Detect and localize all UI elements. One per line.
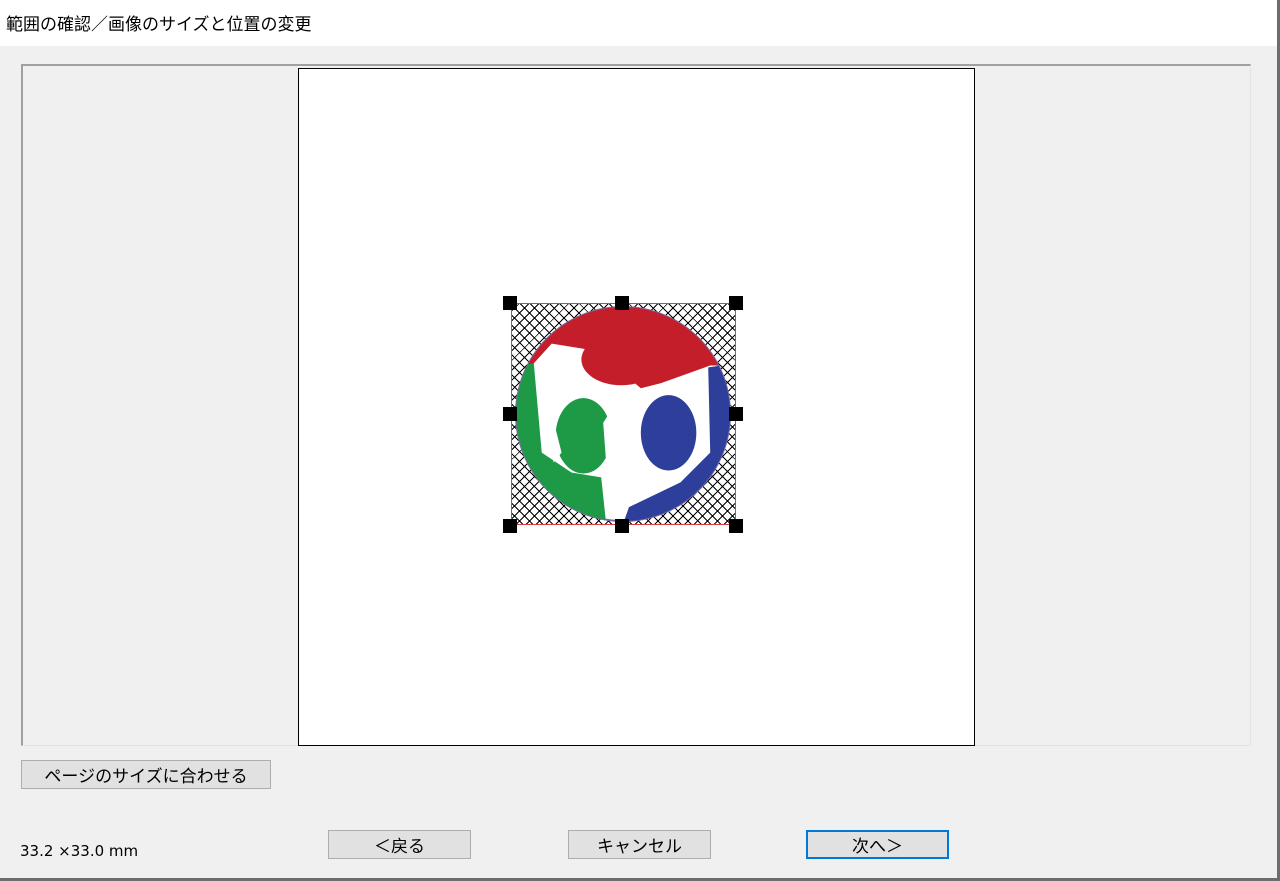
resize-handle-top-center[interactable] [615, 296, 629, 310]
resize-handle-bottom-center[interactable] [615, 519, 629, 533]
dialog-title: 範囲の確認／画像のサイズと位置の変更 [6, 15, 312, 35]
fsij-logo-icon [514, 305, 732, 523]
dialog-title-bar: 範囲の確認／画像のサイズと位置の変更 [0, 0, 1280, 46]
placed-image[interactable] [511, 303, 736, 525]
resize-handle-bottom-left[interactable] [503, 519, 517, 533]
image-size-readout: 33.2 ×33.0 mm [20, 842, 139, 860]
back-button[interactable]: ＜戻る [328, 830, 471, 859]
resize-handle-top-right[interactable] [729, 296, 743, 310]
resize-handle-middle-left[interactable] [503, 407, 517, 421]
resize-handle-top-left[interactable] [503, 296, 517, 310]
resize-handle-bottom-right[interactable] [729, 519, 743, 533]
fit-to-page-button[interactable]: ページのサイズに合わせる [21, 760, 271, 789]
cancel-button[interactable]: キャンセル [568, 830, 711, 859]
resize-handle-middle-right[interactable] [729, 407, 743, 421]
next-button[interactable]: 次へ＞ [806, 830, 949, 859]
